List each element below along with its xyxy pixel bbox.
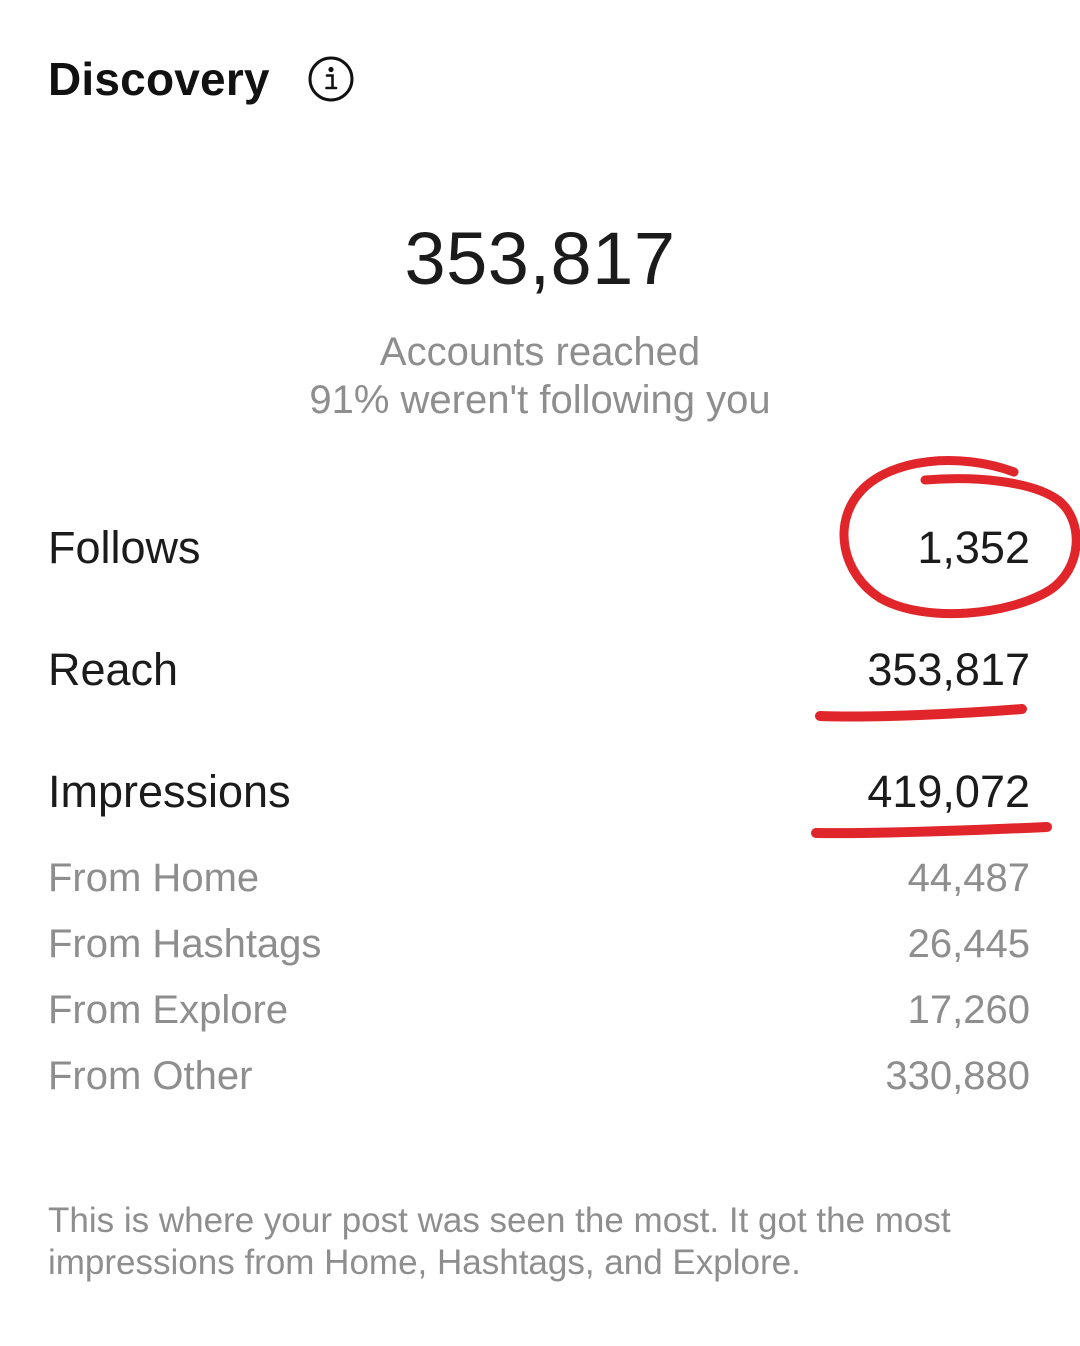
from-hashtags-label: From Hashtags bbox=[48, 922, 322, 966]
impression-source-row: From Other 330,880 bbox=[48, 1054, 1030, 1099]
impressions-underline-annotation bbox=[811, 822, 1052, 839]
reach-row: Reach 353,817 bbox=[48, 644, 1030, 696]
non-followers-text: 91% weren't following you bbox=[309, 378, 771, 422]
impression-source-row: From Hashtags 26,445 bbox=[48, 922, 1030, 967]
impressions-label: Impressions bbox=[48, 766, 291, 817]
from-other-value: 330,880 bbox=[885, 1054, 1030, 1098]
follows-label: Follows bbox=[48, 522, 201, 573]
reach-underline-annotation bbox=[815, 704, 1027, 722]
reach-label: Reach bbox=[48, 644, 179, 695]
impressions-row: Impressions 419,072 bbox=[48, 766, 1030, 818]
info-icon[interactable] bbox=[308, 56, 354, 102]
discovery-header: Discovery bbox=[48, 52, 354, 106]
from-explore-value: 17,260 bbox=[907, 988, 1030, 1032]
from-home-value: 44,487 bbox=[907, 856, 1030, 900]
impressions-value: 419,072 bbox=[867, 766, 1030, 817]
from-home-label: From Home bbox=[48, 856, 260, 900]
accounts-reached-label: Accounts reached bbox=[379, 330, 701, 374]
accounts-reached-value: 353,817 bbox=[404, 217, 676, 300]
footnote-text: This is where your post was seen the mos… bbox=[48, 1201, 951, 1282]
impression-source-row: From Home 44,487 bbox=[48, 856, 1030, 901]
follows-value: 1,352 bbox=[917, 522, 1030, 573]
section-title: Discovery bbox=[48, 53, 270, 105]
from-hashtags-value: 26,445 bbox=[907, 922, 1030, 966]
impression-source-row: From Explore 17,260 bbox=[48, 988, 1030, 1033]
reach-value: 353,817 bbox=[867, 644, 1030, 695]
from-other-label: From Other bbox=[48, 1054, 253, 1098]
follows-row: Follows 1,352 bbox=[48, 522, 1030, 574]
from-explore-label: From Explore bbox=[48, 988, 289, 1032]
